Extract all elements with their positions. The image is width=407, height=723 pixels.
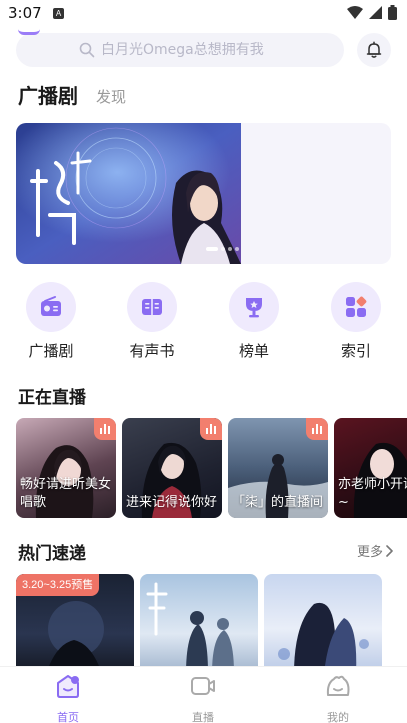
nav-label: 首页 <box>57 711 79 723</box>
banner-carousel[interactable] <box>16 123 391 264</box>
battery-icon <box>388 5 397 20</box>
hot-section-title: 热门速递 <box>18 544 86 564</box>
carousel-dot <box>206 247 218 251</box>
top-tabs: 广播剧 发现 <box>18 80 126 109</box>
nav-profile[interactable]: 我的 <box>298 673 378 723</box>
hot-card[interactable] <box>264 574 382 666</box>
notification-app-icon: A <box>53 8 64 19</box>
status-icons <box>347 5 397 20</box>
category-radio-drama[interactable]: 广播剧 <box>11 282 91 361</box>
tab-radio-drama[interactable]: 广播剧 <box>18 80 78 109</box>
live-indicator <box>306 418 328 440</box>
category-icon-bg <box>26 282 76 332</box>
category-icon-bg <box>331 282 381 332</box>
nav-live[interactable]: 直播 <box>163 673 243 723</box>
notification-button[interactable] <box>357 33 391 67</box>
bottom-navigation: 首页 直播 我的 <box>0 666 407 723</box>
category-row: 广播剧 有声书 榜单 索引 <box>0 282 407 362</box>
live-title: 畅好请进听美女唱歌 <box>20 477 112 510</box>
live-indicator <box>200 418 222 440</box>
hot-cover-image <box>146 582 234 666</box>
tab-discover[interactable]: 发现 <box>96 86 126 109</box>
radio-icon <box>41 296 61 316</box>
search-icon <box>79 42 95 58</box>
home-icon <box>57 675 79 698</box>
hot-card[interactable] <box>140 574 258 666</box>
status-time: 3:07 <box>8 4 42 22</box>
live-title: 亦老师小开课啦~ <box>338 477 407 510</box>
category-ranking[interactable]: 榜单 <box>214 282 294 361</box>
bell-icon <box>366 41 382 58</box>
category-label: 广播剧 <box>28 342 74 360</box>
presale-badge: 3.20~3.25预售 <box>16 574 100 596</box>
live-bars-icon <box>206 424 216 434</box>
grid-icon <box>346 296 367 317</box>
live-card[interactable]: 畅好请进听美女唱歌 <box>16 418 116 518</box>
signal-icon <box>369 6 382 19</box>
live-camera-icon <box>191 677 215 695</box>
live-card[interactable]: 亦老师小开课啦~ <box>334 418 407 518</box>
live-title: 「柒」的直播间 <box>232 495 324 510</box>
nav-label: 直播 <box>192 711 214 723</box>
hot-card[interactable]: 3.20~3.25预售 <box>16 574 134 666</box>
category-audiobook[interactable]: 有声书 <box>112 282 192 361</box>
live-card[interactable]: 「柒」的直播间 <box>228 418 328 518</box>
active-tab-indicator <box>18 29 40 35</box>
category-label: 索引 <box>340 342 371 360</box>
wifi-icon <box>347 6 363 19</box>
live-bars-icon <box>100 424 110 434</box>
live-card[interactable]: 进来记得说你好 <box>122 418 222 518</box>
category-index[interactable]: 索引 <box>316 282 396 361</box>
carousel-dot <box>228 247 232 251</box>
live-indicator <box>94 418 116 440</box>
live-section-title: 正在直播 <box>18 388 86 408</box>
nav-home[interactable]: 首页 <box>28 673 108 723</box>
banner-image[interactable] <box>16 123 241 264</box>
carousel-dot <box>221 247 225 251</box>
category-label: 有声书 <box>129 342 175 360</box>
category-icon-bg <box>127 282 177 332</box>
hot-card-list: 3.20~3.25预售 <box>16 574 407 666</box>
more-label: 更多 <box>356 545 383 560</box>
profile-icon <box>326 675 350 696</box>
search-bar[interactable] <box>16 33 344 67</box>
category-icon-bg <box>229 282 279 332</box>
live-bars-icon <box>312 424 322 434</box>
nav-label: 我的 <box>327 711 349 723</box>
hot-cover-image <box>278 603 369 666</box>
search-input[interactable] <box>101 42 281 58</box>
tab-label: 发现 <box>96 88 127 106</box>
chevron-right-icon <box>386 544 393 557</box>
carousel-indicator <box>206 247 239 251</box>
tab-label: 广播剧 <box>18 84 78 108</box>
more-link[interactable]: 更多 <box>357 541 393 560</box>
carousel-dot <box>235 247 239 251</box>
trophy-icon <box>246 298 262 318</box>
live-title: 进来记得说你好 <box>126 495 218 510</box>
book-icon <box>142 299 162 315</box>
category-label: 榜单 <box>238 342 269 360</box>
status-bar: 3:07 A <box>0 0 407 28</box>
live-card-list: 畅好请进听美女唱歌 进来记得说你好 「柒」的直播间 亦老师小开 ~ <box>16 418 407 518</box>
